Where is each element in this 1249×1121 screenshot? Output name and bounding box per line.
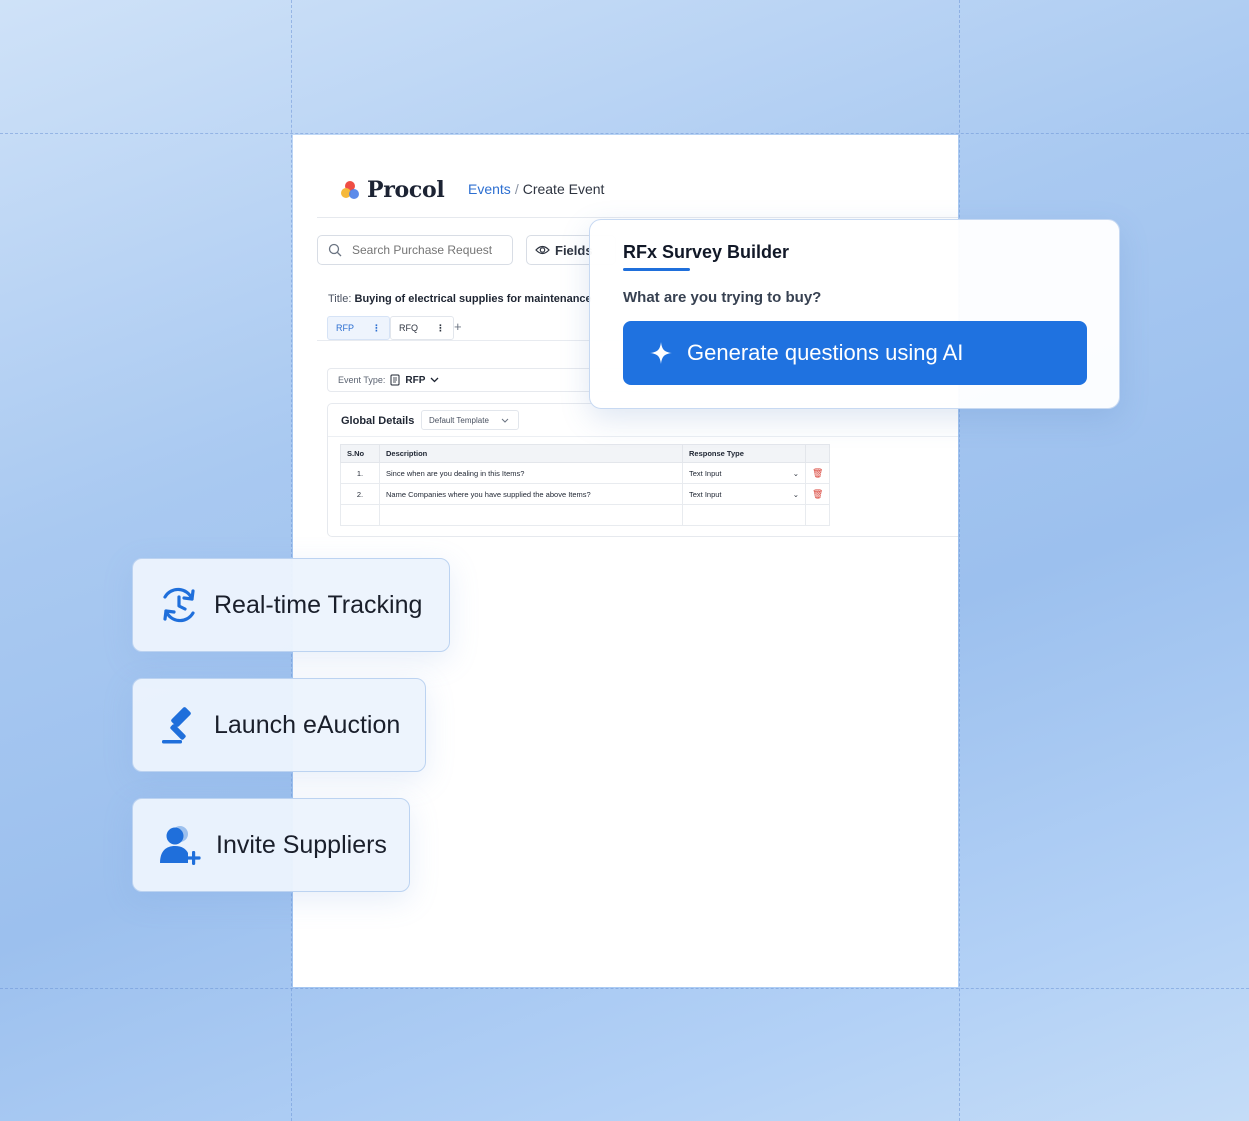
column-header-actions <box>804 444 831 463</box>
event-type-label: Event Type: <box>338 375 386 385</box>
feature-label: Real-time Tracking <box>214 590 423 619</box>
add-tab-button[interactable]: + <box>454 319 462 334</box>
feature-real-time-tracking[interactable]: Real-time Tracking <box>132 558 450 652</box>
guide-line <box>0 133 1249 134</box>
guide-line <box>959 0 960 1121</box>
sparkle-icon <box>650 342 672 364</box>
title-value: Buying of electrical supplies for mainte… <box>354 293 592 305</box>
empty-cell[interactable] <box>379 504 683 526</box>
trash-icon[interactable]: 🗑 <box>804 462 831 484</box>
chevron-down-icon: ⌄ <box>792 489 799 499</box>
table-header-row: S.No Description Response Type <box>340 444 831 463</box>
clock-refresh-icon <box>163 587 195 623</box>
title-label: Title: <box>328 293 352 305</box>
row-response-value: Text Input <box>689 489 722 499</box>
procol-logo-icon <box>341 181 359 199</box>
row-description[interactable]: Since when are you dealing in this Items… <box>379 462 683 484</box>
feature-invite-suppliers[interactable]: Invite Suppliers <box>132 798 410 892</box>
column-header-response-type: Response Type <box>682 444 806 463</box>
chevron-down-icon <box>430 377 439 383</box>
generate-questions-label: Generate questions using AI <box>687 340 964 365</box>
row-sno: 2. <box>340 483 380 505</box>
survey-title: RFx Survey Builder <box>623 242 790 262</box>
chevron-down-icon <box>501 418 509 423</box>
search-purchase-request[interactable] <box>317 235 513 265</box>
generate-questions-button[interactable]: Generate questions using AI <box>623 321 1087 385</box>
tab-rfq[interactable]: RFQ ⋮ <box>390 316 454 340</box>
feature-label: Launch eAuction <box>214 710 401 739</box>
brand-name: Procol <box>367 177 445 203</box>
more-vertical-icon[interactable]: ⋮ <box>436 323 445 334</box>
event-type-value: RFP <box>405 374 426 386</box>
feature-launch-eauction[interactable]: Launch eAuction <box>132 678 426 772</box>
breadcrumb-events-link[interactable]: Events <box>468 181 511 197</box>
global-details-title: Global Details <box>341 415 415 427</box>
guide-line <box>0 988 1249 989</box>
row-response-value: Text Input <box>689 468 722 478</box>
survey-question: What are you trying to buy? <box>623 289 822 306</box>
table-row-empty <box>340 504 831 526</box>
eye-icon <box>535 245 550 255</box>
tab-label: RFQ <box>399 323 418 333</box>
divider <box>317 217 958 218</box>
procol-logo[interactable]: Procol <box>339 177 445 203</box>
template-select[interactable]: Default Template <box>421 410 519 430</box>
search-input[interactable] <box>350 242 504 258</box>
gavel-icon <box>162 707 191 744</box>
breadcrumb-current: Create Event <box>522 181 605 197</box>
document-icon <box>390 374 400 386</box>
table-row: 2. Name Companies where you have supplie… <box>340 483 831 505</box>
trash-icon[interactable]: 🗑 <box>804 483 831 505</box>
event-title-row: Title: Buying of electrical supplies for… <box>328 293 592 305</box>
chevron-down-icon: ⌄ <box>792 468 799 478</box>
breadcrumb-separator: / <box>514 181 519 197</box>
column-header-sno: S.No <box>340 444 380 463</box>
user-plus-icon <box>160 826 201 865</box>
survey-title-underline <box>623 268 690 271</box>
row-response-select[interactable]: Text Input ⌄ <box>682 483 806 505</box>
row-sno: 1. <box>340 462 380 484</box>
feature-label: Invite Suppliers <box>216 830 387 859</box>
rfx-survey-builder-card: RFx Survey Builder What are you trying t… <box>589 219 1120 409</box>
empty-cell[interactable] <box>682 504 806 526</box>
search-icon <box>328 243 342 257</box>
breadcrumb: Events / Create Event <box>468 181 604 197</box>
empty-cell <box>340 504 380 526</box>
tab-rfp[interactable]: RFP ⋮ <box>327 316 390 340</box>
column-header-description: Description <box>379 444 683 463</box>
questions-table: S.No Description Response Type 1. Since … <box>340 444 831 526</box>
fields-label: Fields <box>555 242 593 258</box>
more-vertical-icon[interactable]: ⋮ <box>372 323 381 334</box>
row-response-select[interactable]: Text Input ⌄ <box>682 462 806 484</box>
empty-cell <box>804 504 831 526</box>
table-row: 1. Since when are you dealing in this It… <box>340 462 831 484</box>
row-description[interactable]: Name Companies where you have supplied t… <box>379 483 683 505</box>
template-value: Default Template <box>429 415 489 425</box>
tab-label: RFP <box>336 323 354 333</box>
